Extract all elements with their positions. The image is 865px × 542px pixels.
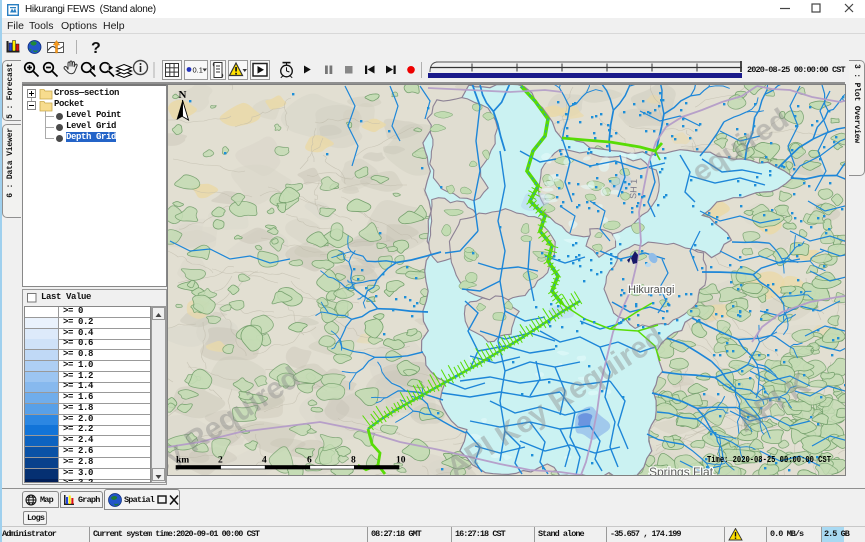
svg-text:6: 6: [307, 456, 312, 466]
svg-text:Time: 2020-08-25 00:00:00 CST: Time: 2020-08-25 00:00:00 CST: [707, 455, 831, 465]
svg-text:SH 1: SH 1: [628, 179, 639, 200]
svg-text:10: 10: [396, 456, 406, 466]
svg-text:Hikurangi: Hikurangi: [628, 284, 674, 296]
svg-text:8: 8: [351, 456, 356, 466]
svg-text:4: 4: [262, 456, 267, 466]
svg-text:0.1: 0.1: [193, 66, 203, 75]
svg-text:Springs Flat: Springs Flat: [649, 465, 714, 475]
svg-text:km: km: [176, 456, 189, 466]
svg-text:N: N: [179, 89, 187, 101]
svg-text:?: ?: [91, 40, 101, 57]
svg-text:2: 2: [218, 456, 223, 466]
